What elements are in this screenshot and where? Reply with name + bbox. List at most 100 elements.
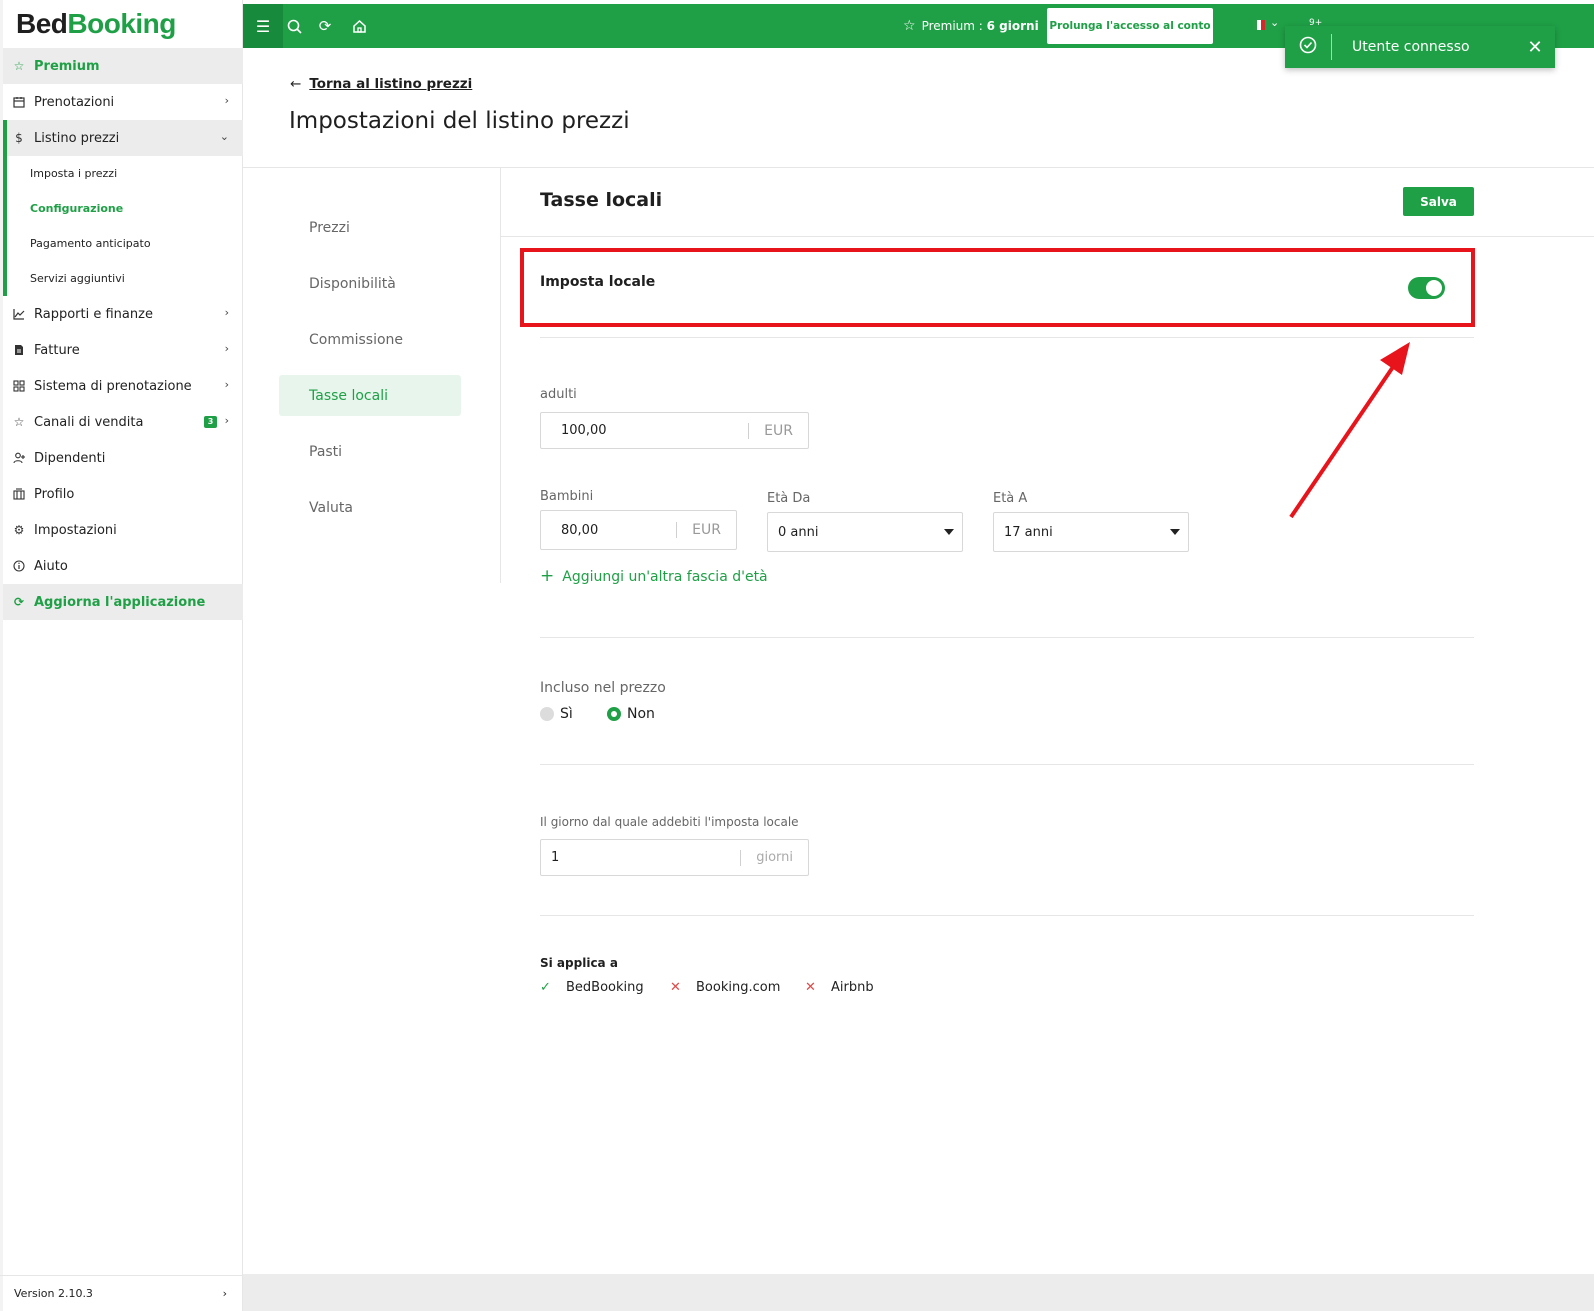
radio-off-icon <box>540 707 554 721</box>
chevron-down-icon[interactable]: ⌄ <box>1270 16 1279 29</box>
sidebar-item-sistema-prenotazione[interactable]: Sistema di prenotazione › <box>3 368 243 404</box>
tab-prezzi[interactable]: Prezzi <box>279 207 461 248</box>
plus-icon: + <box>540 566 555 586</box>
adults-label: adulti <box>540 387 577 402</box>
search-icon[interactable] <box>283 15 305 37</box>
age-from-label: Età Da <box>767 491 811 506</box>
logo-part-2: Booking <box>67 8 176 39</box>
sidebar-item-label: Canali di vendita <box>34 414 144 430</box>
cross-icon: ✕ <box>805 980 816 995</box>
tab-disponibilita[interactable]: Disponibilità <box>279 263 461 304</box>
cross-icon: ✕ <box>670 980 681 995</box>
italy-flag-icon[interactable] <box>1253 20 1265 30</box>
tab-tasse-locali[interactable]: Tasse locali <box>279 375 461 416</box>
age-to-label: Età A <box>993 491 1028 506</box>
toast-message: Utente connesso <box>1352 39 1470 55</box>
app-root: BedBooking ☆ Premium Prenotazioni › $ Li… <box>0 0 1594 1311</box>
sidebar-item-label: Profilo <box>34 486 75 502</box>
extend-access-button[interactable]: Prolunga l'accesso al conto <box>1047 8 1213 44</box>
premium-label: Premium : <box>921 19 987 33</box>
age-to-select[interactable]: 17 anni <box>993 512 1189 552</box>
sidebar-item-listino-prezzi[interactable]: $ Listino prezzi ⌄ <box>3 120 243 156</box>
logo-part-1: Bed <box>16 8 68 39</box>
arrow-left-icon: ← <box>290 76 302 92</box>
toast-notification: Utente connesso ✕ <box>1285 26 1555 68</box>
day-value: 1 <box>551 850 560 865</box>
version-bar[interactable]: Version 2.10.3 › <box>0 1275 243 1311</box>
sidebar-subitem-pagamento-anticipato[interactable]: Pagamento anticipato <box>7 226 243 261</box>
menu-icon[interactable]: ☰ <box>243 4 283 48</box>
caret-down-icon <box>1170 529 1180 535</box>
chevron-right-icon: › <box>224 306 229 319</box>
logo[interactable]: BedBooking <box>16 8 176 40</box>
chart-line-icon <box>12 307 26 321</box>
save-button[interactable]: Salva <box>1403 187 1474 216</box>
gear-icon: ⚙ <box>13 523 25 537</box>
tab-commissione[interactable]: Commissione <box>279 319 461 360</box>
sidebar-subitem-configurazione[interactable]: Configurazione <box>7 191 243 226</box>
sidebar-item-update-app[interactable]: ⟳ Aggiorna l'applicazione <box>3 584 243 620</box>
premium-status: ☆ Premium : 6 giorni <box>903 18 1039 34</box>
tab-pasti[interactable]: Pasti <box>279 431 461 472</box>
applies-item-bedbooking: ✓ BedBooking <box>540 980 644 995</box>
settings-nav: Prezzi Disponibilità Commissione Tasse l… <box>279 207 461 543</box>
day-unit: giorni <box>756 850 793 865</box>
vertical-divider <box>500 167 501 583</box>
age-from-value: 0 anni <box>778 524 819 540</box>
chevron-right-icon: › <box>224 94 229 107</box>
check-circle-icon <box>1285 36 1331 59</box>
home-icon[interactable] <box>348 15 370 37</box>
caret-down-icon <box>944 529 954 535</box>
refresh-icon[interactable]: ⟳ <box>314 15 336 37</box>
included-label: Incluso nel prezzo <box>540 680 666 696</box>
sidebar-item-canali-vendita[interactable]: ☆ Canali di vendita 3 › <box>3 404 243 440</box>
adults-value: 100,00 <box>561 423 607 438</box>
count-badge: 3 <box>204 416 217 428</box>
sidebar-item-fatture[interactable]: Fatture › <box>3 332 243 368</box>
sidebar-item-premium[interactable]: ☆ Premium <box>3 48 243 84</box>
sidebar-subnav: Imposta i prezzi Configurazione Pagament… <box>3 156 243 296</box>
radio-no-label: Non <box>627 706 655 722</box>
close-icon[interactable]: ✕ <box>1515 37 1555 58</box>
radio-yes-label: Sì <box>560 706 573 722</box>
version-label: Version 2.10.3 <box>14 1287 93 1300</box>
age-from-select[interactable]: 0 anni <box>767 512 963 552</box>
sidebar-item-impostazioni[interactable]: ⚙ Impostazioni <box>3 512 243 548</box>
sidebar-subitem-imposta-prezzi[interactable]: Imposta i prezzi <box>7 156 243 191</box>
sidebar-item-rapporti[interactable]: Rapporti e finanze › <box>3 296 243 332</box>
refresh-icon: ⟳ <box>13 595 25 609</box>
sidebar-item-label: Dipendenti <box>34 450 106 466</box>
sidebar-item-profilo[interactable]: Profilo <box>3 476 243 512</box>
sidebar-item-aiuto[interactable]: Aiuto <box>3 548 243 584</box>
children-label: Bambini <box>540 489 594 504</box>
radio-on-icon <box>607 707 621 721</box>
bottom-bar <box>243 1274 1594 1311</box>
applies-item-airbnb: ✕ Airbnb <box>805 980 874 995</box>
tab-valuta[interactable]: Valuta <box>279 487 461 528</box>
radio-yes[interactable]: Sì <box>540 706 573 722</box>
sidebar-item-label: Rapporti e finanze <box>34 306 153 322</box>
sidebar-item-prenotazioni[interactable]: Prenotazioni › <box>3 84 243 120</box>
children-input[interactable]: 80,00 EUR <box>540 510 737 550</box>
sidebar-item-dipendenti[interactable]: Dipendenti <box>3 440 243 476</box>
page-title: Impostazioni del listino prezzi <box>289 108 630 134</box>
sidebar-item-label: Premium <box>34 58 100 74</box>
back-link[interactable]: ← Torna al listino prezzi <box>290 76 472 92</box>
add-user-icon <box>12 451 26 465</box>
info-icon <box>12 559 26 573</box>
radio-no[interactable]: Non <box>607 706 655 722</box>
sidebar: BedBooking ☆ Premium Prenotazioni › $ Li… <box>0 0 243 1311</box>
children-value: 80,00 <box>561 522 599 538</box>
star-icon: ☆ <box>13 59 25 73</box>
sidebar-item-label: Impostazioni <box>34 522 117 538</box>
sidebar-nav: ☆ Premium Prenotazioni › $ Listino prezz… <box>3 48 243 620</box>
sidebar-subitem-servizi-aggiuntivi[interactable]: Servizi aggiuntivi <box>7 261 243 296</box>
add-age-range-button[interactable]: + Aggiungi un'altra fascia d'età <box>540 566 768 586</box>
divider <box>540 915 1474 916</box>
day-input[interactable]: 1 giorni <box>540 839 809 876</box>
sidebar-item-label: Sistema di prenotazione <box>34 378 192 394</box>
day-label: Il giorno dal quale addebiti l'imposta l… <box>540 815 799 829</box>
highlight-box <box>520 248 1475 327</box>
adults-input[interactable]: 100,00 EUR <box>540 412 809 449</box>
applies-item-booking: ✕ Booking.com <box>670 980 780 995</box>
